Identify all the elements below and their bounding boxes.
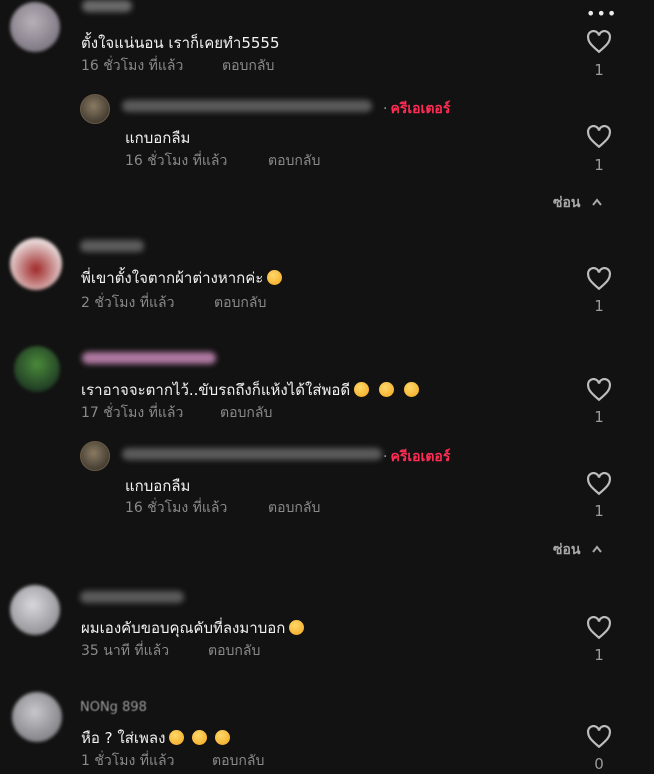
reply-button[interactable]: ตอบกลับ — [268, 150, 320, 172]
like-count: 1 — [594, 297, 604, 315]
heart-icon[interactable] — [586, 378, 612, 402]
chevron-up-icon — [592, 545, 603, 553]
reply-button[interactable]: ตอบกลับ — [220, 402, 272, 424]
smiling-emoji-icon — [404, 382, 420, 397]
like-count: 0 — [594, 755, 604, 773]
like-count: 1 — [594, 408, 604, 426]
username-blurred[interactable] — [82, 352, 216, 364]
avatar[interactable] — [80, 441, 110, 471]
rofl-emoji-icon — [169, 730, 185, 745]
chevron-up-icon — [592, 198, 603, 206]
avatar[interactable] — [10, 2, 60, 52]
comment-text: แกบอกลืม — [125, 129, 191, 147]
heart-icon[interactable] — [586, 125, 612, 149]
timestamp: 16 ชั่วโมง ที่แล้ว — [125, 153, 228, 169]
creator-badge: · ครีเอเตอร์ — [383, 101, 451, 117]
grinning-emoji-icon — [289, 620, 305, 635]
smiling-emoji-icon — [379, 382, 395, 397]
timestamp: 1 ชั่วโมง ที่แล้ว — [81, 753, 175, 769]
reply-button[interactable]: ตอบกลับ — [222, 55, 274, 77]
username-blurred[interactable] — [80, 240, 144, 252]
like-count: 1 — [594, 156, 604, 174]
comment-text: หือ ? ใส่เพลง — [81, 726, 231, 750]
timestamp: 35 นาที ที่แล้ว — [81, 643, 170, 659]
heart-icon[interactable] — [586, 267, 612, 291]
avatar[interactable] — [10, 585, 60, 635]
hide-replies-button[interactable]: ซ่อน — [553, 192, 603, 214]
heart-icon[interactable] — [586, 472, 612, 496]
like-count: 1 — [594, 646, 604, 664]
username-blurred[interactable] — [122, 448, 382, 460]
avatar[interactable] — [12, 692, 62, 742]
username[interactable]: NONg 898 — [80, 700, 147, 715]
timestamp: 16 ชั่วโมง ที่แล้ว — [125, 500, 228, 516]
reply-button[interactable]: ตอบกลับ — [268, 497, 320, 519]
username-blurred[interactable] — [122, 100, 372, 112]
timestamp: 2 ชั่วโมง ที่แล้ว — [81, 295, 175, 311]
comment-text: พี่เขาตั้งใจตากผ้าต่างหากค่ะ — [81, 266, 283, 290]
username-blurred[interactable] — [80, 591, 184, 603]
reply-button[interactable]: ตอบกลับ — [214, 292, 266, 314]
timestamp: 16 ชั่วโมง ที่แล้ว — [81, 58, 184, 74]
grinning-emoji-icon — [267, 270, 283, 285]
comment-text: เราอาจจะตากไว้..ขับรถถึงก็แห้งได้ใส่พอดี — [81, 378, 420, 402]
like-count: 1 — [594, 502, 604, 520]
heart-icon[interactable] — [586, 725, 612, 749]
avatar[interactable] — [10, 238, 62, 290]
heart-icon[interactable] — [586, 30, 612, 54]
smiling-emoji-icon — [354, 382, 370, 397]
avatar[interactable] — [14, 346, 60, 392]
comment-text: ตั้งใจแน่นอน เราก็เคยทำ5555 — [81, 34, 280, 52]
heart-icon[interactable] — [586, 616, 612, 640]
like-count: 1 — [594, 61, 604, 79]
username-blurred[interactable] — [82, 0, 132, 12]
grinning-emoji-icon — [215, 730, 231, 745]
timestamp: 17 ชั่วโมง ที่แล้ว — [81, 405, 184, 421]
avatar[interactable] — [80, 94, 110, 124]
reply-button[interactable]: ตอบกลับ — [208, 640, 260, 662]
comment-text: แกบอกลืม — [125, 477, 191, 495]
hide-replies-button[interactable]: ซ่อน — [553, 539, 603, 561]
grinning-emoji-icon — [192, 730, 208, 745]
more-options-icon[interactable]: ••• — [586, 4, 617, 23]
creator-badge: · ครีเอเตอร์ — [383, 449, 451, 465]
comment-text: ผมเองคับขอบคุณคับที่ลงมาบอก — [81, 616, 305, 640]
reply-button[interactable]: ตอบกลับ — [212, 750, 264, 772]
